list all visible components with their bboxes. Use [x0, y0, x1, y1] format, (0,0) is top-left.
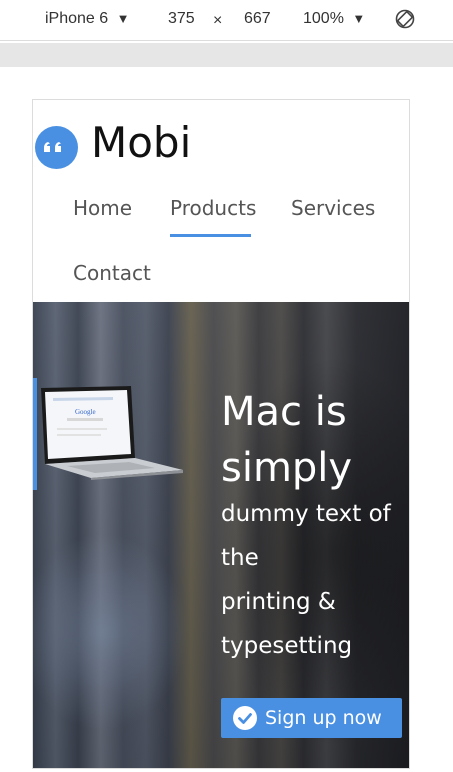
quote-icon: [35, 126, 78, 169]
device-toolbar: iPhone 6 ▼ 375 × 667 100% ▼: [0, 0, 453, 41]
nav-item-products[interactable]: Products: [170, 196, 256, 220]
signup-button[interactable]: Sign up now: [221, 698, 402, 738]
chevron-down-icon: ▼: [116, 11, 130, 26]
hero-subtitle-line: typesetting: [221, 633, 353, 659]
hero-banner: Google Mac is simply dummy text of the p…: [33, 302, 409, 768]
hero-subtitle-line: the: [221, 545, 259, 571]
zoom-value: 100%: [303, 10, 344, 27]
hero-subtitle-line: dummy text of: [221, 501, 391, 527]
height-input[interactable]: 667: [244, 10, 271, 28]
nav-item-home[interactable]: Home: [73, 196, 132, 220]
width-input[interactable]: 375: [168, 10, 195, 28]
rotate-icon[interactable]: [395, 9, 415, 29]
signup-label: Sign up now: [265, 707, 382, 729]
dimension-separator: ×: [213, 12, 223, 29]
logo-text[interactable]: Mobi: [91, 122, 191, 164]
hero-title: Mac is simply: [221, 389, 353, 491]
hero-subtitle: dummy text of the printing & typesetting: [221, 492, 409, 668]
hero-subtitle-line: printing &: [221, 589, 336, 615]
svg-text:Google: Google: [75, 408, 96, 416]
chevron-down-icon: ▼: [352, 11, 366, 26]
nav-active-indicator: [170, 234, 251, 237]
ruler-strip: [0, 43, 453, 67]
device-viewport: Mobi Home Products Services Contact Goog…: [32, 99, 410, 769]
device-select[interactable]: iPhone 6 ▼: [45, 10, 130, 28]
laptop-image: Google: [41, 386, 183, 480]
nav-item-services[interactable]: Services: [291, 196, 375, 220]
check-circle-icon: [233, 706, 257, 730]
device-name: iPhone 6: [45, 10, 109, 27]
nav-item-contact[interactable]: Contact: [73, 261, 151, 285]
zoom-select[interactable]: 100% ▼: [303, 10, 365, 28]
